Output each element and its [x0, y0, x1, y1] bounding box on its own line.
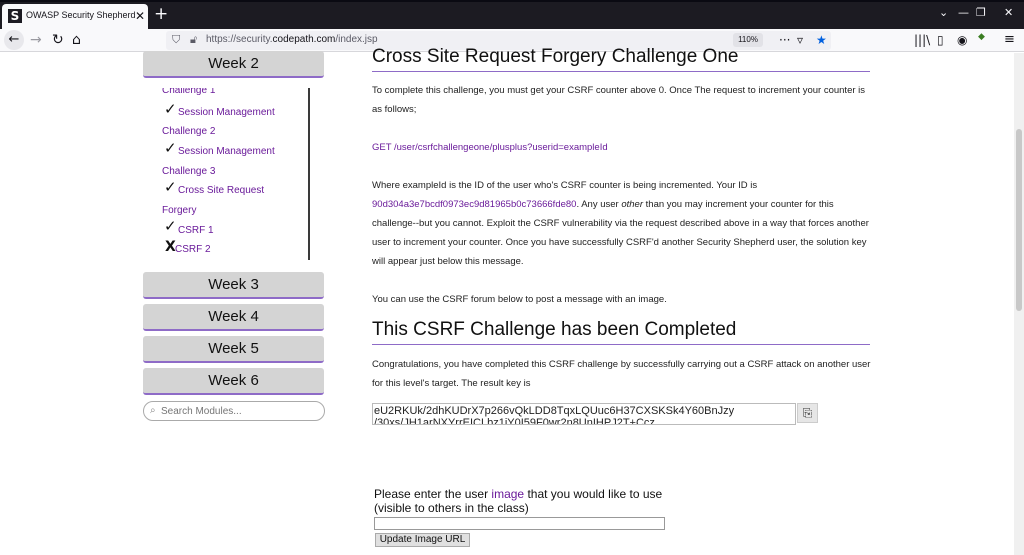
zoom-level[interactable]: 110%: [733, 33, 763, 47]
shield-icon[interactable]: ⛉: [172, 33, 180, 47]
pocket-icon[interactable]: ▿: [797, 33, 803, 47]
week-3-button[interactable]: Week 3: [143, 272, 324, 299]
completed-check-icon: ✓: [164, 178, 177, 196]
restore-icon[interactable]: ❐: [976, 7, 986, 19]
close-tab-icon[interactable]: ✕: [135, 9, 145, 23]
result-key-line-2: /30xs/JH1arNXYrrEICLbz1iY0I59F0wr2n8UnIH…: [374, 417, 655, 425]
home-icon[interactable]: ⌂: [72, 32, 81, 48]
tab-bar: S OWASP Security Shepherd ✕ + ⌄ — ❐ ✕: [0, 0, 1024, 29]
page-actions-icon[interactable]: ···: [779, 33, 790, 47]
week-5-button[interactable]: Week 5: [143, 336, 324, 363]
shepherd-favicon-icon: S: [8, 9, 22, 23]
intro-text: To complete this challenge, you must get…: [372, 85, 866, 115]
module-csrf-2[interactable]: CSRF 2: [175, 244, 211, 255]
page-scrollbar[interactable]: [1014, 53, 1024, 555]
completed-check-icon: ✓: [164, 217, 177, 235]
week-6-button[interactable]: Week 6: [143, 368, 324, 395]
insecure-lock-icon[interactable]: 🔓︎: [190, 33, 197, 47]
tab-bar-edge: [0, 0, 1024, 2]
completed-heading: This CSRF Challenge has been Completed: [372, 319, 737, 340]
bookmark-star-icon[interactable]: ★: [816, 33, 827, 47]
module-list[interactable]: Challenge 1 ✓ Session Management Challen…: [162, 88, 310, 260]
module-csrf-lesson-cont[interactable]: Forgery: [162, 205, 196, 216]
window-collapse-icon[interactable]: ⌄: [939, 7, 948, 19]
new-tab-icon[interactable]: +: [154, 5, 168, 23]
page-title: Cross Site Request Forgery Challenge One: [372, 46, 739, 67]
module-session-management-2[interactable]: Session Management: [178, 146, 275, 157]
module-challenge-1[interactable]: Challenge 1: [162, 88, 215, 96]
menu-icon[interactable]: ≡: [1004, 32, 1015, 48]
result-key-line-1: eU2RKUk/2dhKUDrX7p266vQkLDD8TqxLQUuc6H37…: [374, 405, 735, 417]
image-url-label: Please enter the user image that you wou…: [374, 487, 663, 515]
module-csrf-1[interactable]: CSRF 1: [178, 225, 214, 236]
module-search[interactable]: ⌕: [143, 401, 325, 421]
completed-divider: [372, 344, 870, 345]
scrollbar-thumb[interactable]: [1016, 129, 1022, 311]
week-2-button[interactable]: Week 2: [143, 51, 324, 78]
week-4-button[interactable]: Week 4: [143, 304, 324, 331]
module-challenge-2[interactable]: Challenge 2: [162, 126, 215, 137]
tab-active[interactable]: S OWASP Security Shepherd ✕: [2, 4, 148, 29]
copy-clipboard-icon[interactable]: ⎘: [797, 403, 818, 423]
image-link[interactable]: image: [491, 487, 524, 501]
tab-title: OWASP Security Shepherd: [26, 10, 136, 20]
image-url-input[interactable]: [374, 517, 665, 530]
search-input[interactable]: [161, 404, 319, 418]
url-text[interactable]: https://security.codepath.com/index.jsp: [206, 34, 378, 45]
sidebar-toggle-icon[interactable]: ▯: [937, 32, 944, 48]
back-arrow-icon[interactable]: ←: [4, 30, 24, 50]
user-id: 90d304a3e7bcdf0973ec9d81965b0c73666fde80: [372, 199, 577, 210]
forum-note: You can use the CSRF forum below to post…: [372, 294, 667, 305]
completed-check-icon: ✓: [164, 139, 177, 157]
forward-arrow-icon[interactable]: →: [30, 32, 42, 48]
csrf-request-text: GET /user/csrfchallengeone/plusplus?user…: [372, 142, 608, 153]
module-challenge-3[interactable]: Challenge 3: [162, 166, 215, 177]
congrats-text: Congratulations, you have completed this…: [372, 359, 871, 389]
module-csrf-lesson[interactable]: Cross Site Request: [178, 185, 264, 196]
search-icon: ⌕: [150, 405, 156, 416]
minimize-icon[interactable]: —: [958, 7, 969, 19]
reload-icon[interactable]: ↻: [52, 32, 64, 48]
burp-extension-icon[interactable]: ◆: [978, 29, 985, 45]
library-icon[interactable]: |||\: [914, 32, 930, 48]
result-key-textarea[interactable]: eU2RKUk/2dhKUDrX7p266vQkLDD8TqxLQUuc6H37…: [372, 403, 796, 425]
title-divider: [372, 71, 870, 72]
update-image-url-button[interactable]: Update Image URL: [375, 533, 470, 547]
window-close-icon[interactable]: ✕: [1004, 7, 1013, 19]
completed-check-icon: ✓: [164, 100, 177, 118]
instructions-text: Where exampleId is the ID of the user wh…: [372, 180, 869, 267]
account-icon[interactable]: ◉: [957, 32, 967, 48]
module-session-management-1[interactable]: Session Management: [178, 107, 275, 118]
